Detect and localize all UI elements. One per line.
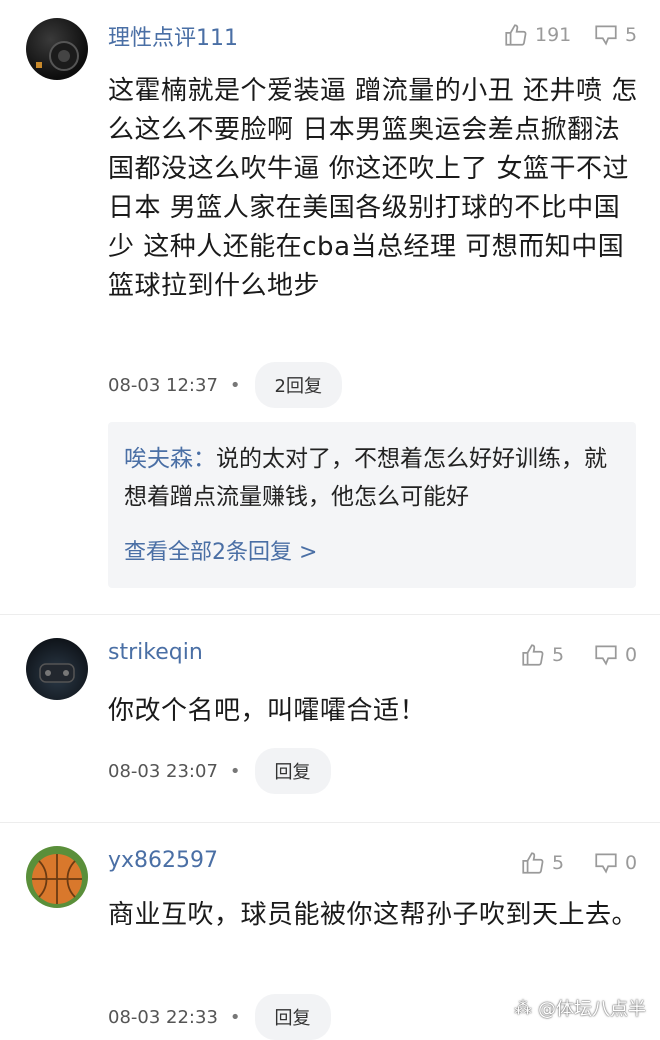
like-button[interactable]: 191 (503, 22, 571, 48)
comment-time: 08-03 22:33 (108, 1006, 218, 1028)
like-count: 5 (552, 644, 565, 666)
divider (0, 822, 660, 823)
divider (0, 614, 660, 615)
dislike-button[interactable]: 0 (593, 850, 637, 876)
comment-text: 商业互吹，球员能被你这帮孙子吹到天上去。 (108, 900, 639, 930)
reply-button[interactable]: 2回复 (254, 362, 342, 408)
dislike-count: 0 (625, 644, 638, 666)
username[interactable]: yx862597 (108, 848, 218, 873)
like-button[interactable]: 5 (520, 850, 564, 876)
watermark: ⁂ @体坛八点半 (514, 995, 646, 1021)
dislike-count: 0 (625, 852, 638, 874)
thumbs-down-icon (595, 853, 617, 874)
thumbs-down-icon (595, 25, 617, 46)
dislike-button[interactable]: 0 (593, 642, 637, 668)
separator: • (229, 1006, 241, 1028)
comment-time: 08-03 12:37 (108, 374, 218, 396)
avatar[interactable] (26, 638, 88, 700)
watermark-logo-icon: ⁂ (514, 997, 532, 1019)
reply-preview[interactable]: 唉夫森：说的太对了，不想着怎么好好训练，就想着蹭点流量赚钱，他怎么可能好 查看全… (108, 422, 636, 588)
thumbs-up-icon (522, 644, 544, 666)
dislike-button[interactable]: 5 (593, 22, 637, 48)
reply-author[interactable]: 唉夫森： (124, 446, 216, 472)
comment-text: 这霍楠就是个爱装逼 蹭流量的小丑 还井喷 怎么这么不要脸啊 日本男篮奥运会差点掀… (108, 76, 638, 301)
like-count: 5 (552, 852, 565, 874)
thumbs-up-icon (505, 24, 527, 46)
watermark-text: @体坛八点半 (538, 999, 646, 1020)
like-count: 191 (535, 24, 572, 46)
comment-time: 08-03 23:07 (108, 760, 218, 782)
see-all-replies-link[interactable]: 查看全部2条回复 > (124, 534, 317, 566)
thumbs-down-icon (595, 645, 617, 666)
username[interactable]: 理性点评111 (108, 20, 238, 52)
separator: • (229, 374, 241, 396)
username[interactable]: strikeqin (108, 640, 203, 665)
like-button[interactable]: 5 (520, 642, 564, 668)
reply-button[interactable]: 回复 (254, 748, 331, 794)
comment-text: 你改个名吧，叫嚯嚯合适！ (108, 696, 427, 726)
avatar[interactable] (26, 18, 88, 80)
dislike-count: 5 (625, 24, 638, 46)
reply-preview-text: 唉夫森：说的太对了，不想着怎么好好训练，就想着蹭点流量赚钱，他怎么可能好 (124, 440, 624, 516)
reply-button[interactable]: 回复 (254, 994, 331, 1040)
separator: • (229, 760, 241, 782)
avatar[interactable] (26, 846, 88, 908)
thumbs-up-icon (522, 852, 544, 874)
